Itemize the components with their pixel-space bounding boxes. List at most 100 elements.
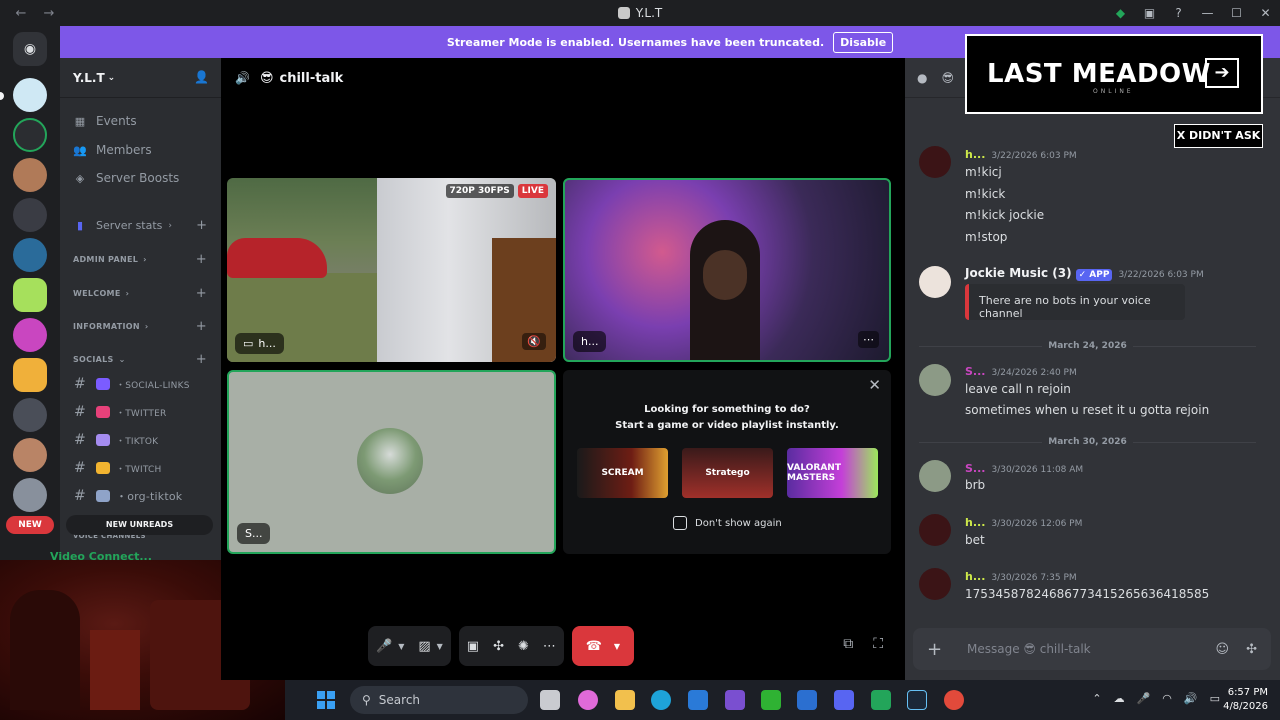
channel-org-tiktok[interactable]: # ・org-tiktok bbox=[74, 488, 213, 504]
steam-icon[interactable] bbox=[907, 690, 927, 710]
dont-show-again[interactable]: Don't show again bbox=[673, 516, 782, 530]
chrome-icon[interactable] bbox=[944, 690, 964, 710]
taskbar-search[interactable]: ⚲ Search bbox=[350, 686, 528, 714]
category-information[interactable]: INFORMATION › + bbox=[73, 319, 207, 334]
more-options-icon[interactable]: ⋯ bbox=[858, 331, 879, 348]
close-icon[interactable]: ✕ bbox=[1251, 6, 1280, 20]
stream-tile[interactable]: 720P 30FPS LIVE ▭ h... 🔇 bbox=[227, 178, 556, 362]
fullscreen-icon[interactable]: ⛶ bbox=[873, 636, 883, 652]
game-card[interactable]: Stratego bbox=[682, 448, 773, 498]
store-icon[interactable] bbox=[688, 690, 708, 710]
nitro-icon[interactable]: ◆ bbox=[1106, 6, 1135, 20]
outlook-icon[interactable] bbox=[797, 690, 817, 710]
participant-tile[interactable]: S... bbox=[227, 370, 556, 554]
channel-social-links[interactable]: # ・SOCIAL-LINKS bbox=[74, 376, 213, 392]
message-author[interactable]: h... 3/22/2026 6:03 PM bbox=[965, 148, 1077, 161]
message-input[interactable]: Message 😎 chill-talk bbox=[967, 642, 1091, 656]
cloud-icon[interactable]: ☁ bbox=[1114, 692, 1125, 705]
more-icon[interactable]: ⋯ bbox=[543, 639, 556, 654]
game-card[interactable]: VALORANT MASTERS bbox=[787, 448, 878, 498]
server-icon[interactable] bbox=[13, 438, 47, 472]
server-icon[interactable] bbox=[13, 158, 47, 192]
add-icon[interactable]: + bbox=[196, 218, 207, 233]
disconnect-button[interactable]: ☎ ▼ bbox=[571, 626, 634, 666]
add-icon[interactable]: + bbox=[196, 252, 207, 267]
avatar[interactable] bbox=[919, 146, 951, 178]
server-icon[interactable] bbox=[13, 78, 47, 112]
new-badge[interactable]: NEW bbox=[6, 516, 54, 534]
message-author[interactable]: h... 3/30/2026 7:35 PM bbox=[965, 570, 1077, 583]
server-icon[interactable] bbox=[13, 238, 47, 272]
maximize-icon[interactable]: ☐ bbox=[1222, 6, 1251, 20]
channel-tiktok[interactable]: # ・TIKTOK bbox=[74, 432, 213, 448]
wifi-icon[interactable]: ◠ bbox=[1162, 692, 1172, 705]
battery-icon[interactable]: ▭ bbox=[1210, 692, 1220, 705]
chevron-up-icon[interactable]: ⌃ bbox=[1092, 692, 1101, 705]
volume-icon[interactable]: 🔊 bbox=[1184, 692, 1198, 705]
file-explorer-icon[interactable] bbox=[615, 690, 635, 710]
chevron-down-icon[interactable]: ▼ bbox=[398, 642, 404, 651]
sidebar-item-events[interactable]: ▦ Events bbox=[72, 114, 211, 128]
category-welcome[interactable]: WELCOME › + bbox=[73, 286, 207, 301]
microphone-icon[interactable]: 🎤 bbox=[1137, 692, 1151, 705]
app-icon[interactable] bbox=[871, 690, 891, 710]
message-author[interactable]: S... 3/30/2026 11:08 AM bbox=[965, 462, 1083, 475]
disable-button[interactable]: Disable bbox=[833, 31, 894, 53]
category-admin-panel[interactable]: ADMIN PANEL › + bbox=[73, 252, 207, 267]
video-tile[interactable]: h... ⋯ bbox=[563, 178, 891, 362]
pop-out-icon[interactable]: ⧉ bbox=[843, 636, 853, 652]
avatar[interactable] bbox=[919, 460, 951, 492]
discord-icon[interactable] bbox=[834, 690, 854, 710]
server-icon[interactable] bbox=[13, 318, 47, 352]
server-header[interactable]: Y.L.T ⌄ 👤 bbox=[60, 58, 221, 98]
clock[interactable]: 6:57 PM 4/8/2026 bbox=[1223, 686, 1268, 714]
avatar[interactable] bbox=[919, 266, 951, 298]
add-attachment-icon[interactable]: + bbox=[927, 639, 945, 660]
apps-icon[interactable]: ✣ bbox=[1246, 642, 1257, 657]
help-icon[interactable]: ? bbox=[1164, 6, 1193, 20]
emoji-icon[interactable]: ☺ bbox=[1215, 642, 1229, 657]
server-icon[interactable] bbox=[13, 118, 47, 152]
channel-twitch[interactable]: # ・TWITCH bbox=[74, 460, 213, 476]
add-icon[interactable]: + bbox=[196, 319, 207, 334]
minimize-icon[interactable]: — bbox=[1193, 6, 1222, 20]
discord-home-icon[interactable]: ◉ bbox=[13, 32, 47, 66]
edge-icon[interactable] bbox=[651, 690, 671, 710]
invite-icon[interactable]: 👤 bbox=[194, 70, 209, 84]
microphone-icon[interactable]: 🎤 bbox=[376, 639, 392, 654]
server-icon[interactable] bbox=[13, 478, 47, 512]
chat-bubble-icon[interactable]: ● bbox=[917, 71, 927, 85]
app-icon[interactable] bbox=[725, 690, 745, 710]
camera-off-icon[interactable]: ▨ bbox=[418, 639, 430, 654]
server-icon[interactable] bbox=[13, 198, 47, 232]
sidebar-item-server-stats[interactable]: ▮ Server stats › + bbox=[72, 218, 211, 233]
avatar[interactable] bbox=[919, 568, 951, 600]
screen-share-icon[interactable]: ▣ bbox=[467, 639, 479, 654]
message-author[interactable]: Jockie Music (3) ✓ APP 3/22/2026 6:03 PM bbox=[965, 266, 1204, 281]
chevron-down-icon[interactable]: ▼ bbox=[437, 642, 443, 651]
avatar[interactable] bbox=[919, 364, 951, 396]
category-socials[interactable]: SOCIALS ⌄ + bbox=[73, 352, 207, 367]
add-icon[interactable]: + bbox=[196, 352, 207, 367]
activities-icon[interactable]: ✣ bbox=[493, 639, 504, 654]
sidebar-item-members[interactable]: 👥 Members bbox=[72, 143, 211, 157]
server-icon[interactable] bbox=[13, 398, 47, 432]
soundboard-icon[interactable]: ✺ bbox=[518, 639, 529, 654]
game-card[interactable]: SCREAM bbox=[577, 448, 668, 498]
windows-start-icon[interactable] bbox=[317, 691, 335, 709]
inbox-icon[interactable]: ▣ bbox=[1135, 6, 1164, 20]
channel-twitter[interactable]: # ・TWITTER bbox=[74, 404, 213, 420]
message-author[interactable]: S... 3/24/2026 2:40 PM bbox=[965, 365, 1077, 378]
new-unreads-button[interactable]: NEW UNREADS bbox=[66, 515, 213, 535]
sidebar-item-server-boosts[interactable]: ◈ Server Boosts bbox=[72, 171, 211, 185]
xbox-icon[interactable] bbox=[761, 690, 781, 710]
avatar[interactable] bbox=[919, 514, 951, 546]
copilot-icon[interactable] bbox=[578, 690, 598, 710]
checkbox[interactable] bbox=[673, 516, 687, 530]
task-view-icon[interactable] bbox=[540, 690, 560, 710]
mute-stream-icon[interactable]: 🔇 bbox=[522, 333, 546, 350]
add-icon[interactable]: + bbox=[196, 286, 207, 301]
message-author[interactable]: h... 3/30/2026 12:06 PM bbox=[965, 516, 1082, 529]
close-icon[interactable]: ✕ bbox=[868, 376, 881, 394]
server-icon[interactable] bbox=[13, 358, 47, 392]
